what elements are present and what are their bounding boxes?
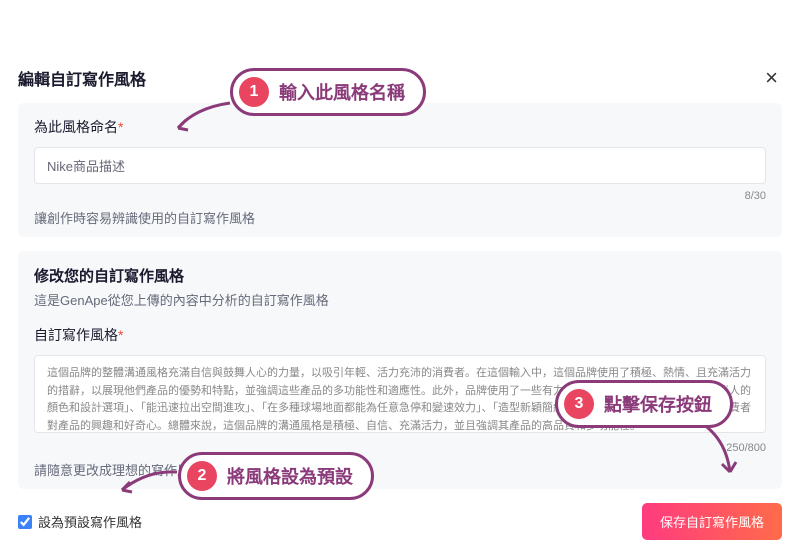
callout-1-text: 輸入此風格名稱: [279, 79, 405, 105]
name-section: 為此風格命名* 8/30 讓創作時容易辨識使用的自訂寫作風格: [18, 103, 782, 237]
name-label-text: 為此風格命名: [34, 119, 118, 135]
callout-3-num: 3: [564, 389, 594, 419]
save-button[interactable]: 保存自訂寫作風格: [642, 503, 782, 540]
arrow-1: [170, 98, 240, 138]
style-name-input[interactable]: [34, 147, 766, 184]
footer-row: 設為預設寫作風格 保存自訂寫作風格: [18, 503, 782, 540]
callout-2: 2 將風格設為預設: [178, 452, 374, 500]
callout-1: 1 輸入此風格名稱: [230, 68, 426, 116]
arrow-2: [112, 460, 187, 500]
style-label: 自訂寫作風格*: [34, 325, 766, 345]
callout-3: 3 點擊保存按鈕: [555, 380, 733, 428]
default-checkbox[interactable]: [18, 515, 32, 529]
callout-1-num: 1: [239, 77, 269, 107]
callout-2-num: 2: [187, 461, 217, 491]
default-checkbox-wrap[interactable]: 設為預設寫作風格: [18, 512, 142, 531]
name-counter: 8/30: [34, 190, 766, 202]
name-label: 為此風格命名*: [34, 117, 766, 137]
style-counter: 250/800: [34, 442, 766, 454]
default-checkbox-label: 設為預設寫作風格: [38, 512, 142, 531]
style-section-title: 修改您的自訂寫作風格: [34, 265, 766, 286]
style-label-text: 自訂寫作風格: [34, 327, 118, 343]
callout-3-text: 點擊保存按鈕: [604, 391, 712, 417]
style-section-subtitle: 這是GenApe從您上傳的內容中分析的自訂寫作風格: [34, 290, 766, 309]
modal-title: 編輯自訂寫作風格: [18, 66, 146, 90]
required-mark: *: [118, 119, 123, 135]
name-help: 讓創作時容易辨識使用的自訂寫作風格: [34, 208, 766, 227]
callout-2-text: 將風格設為預設: [227, 463, 353, 489]
required-mark: *: [118, 327, 123, 343]
close-button[interactable]: ×: [761, 65, 782, 91]
